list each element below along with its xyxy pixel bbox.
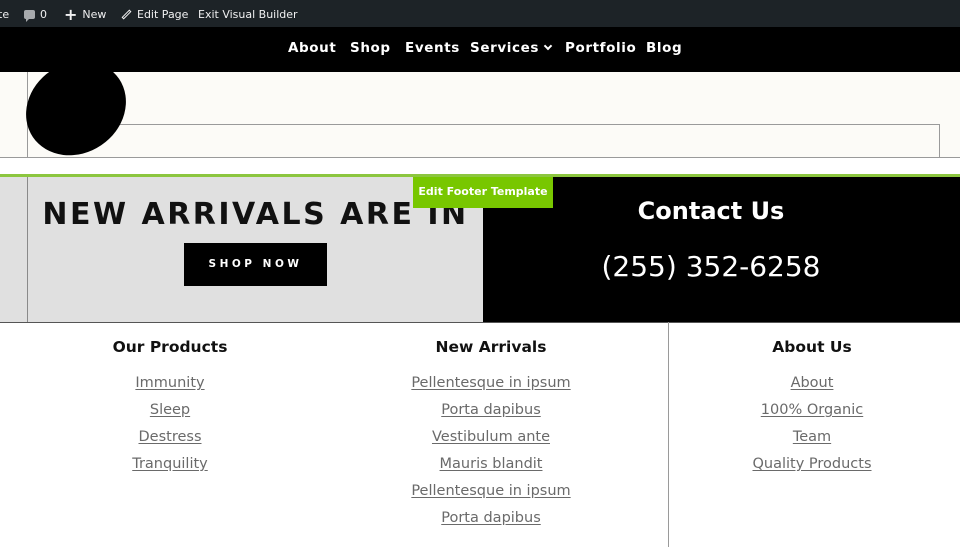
admin-bar-new[interactable]: + New [64, 0, 106, 27]
nav-item-shop[interactable]: Shop [350, 27, 391, 72]
admin-bar-edit-page[interactable]: Edit Page [121, 0, 188, 27]
footer-column-title-new-arrivals: New Arrivals [435, 338, 547, 356]
footer-links-our-products: Immunity Sleep Destress Tranquility [70, 370, 270, 478]
chevron-down-icon [543, 41, 553, 51]
edit-page-label: Edit Page [137, 8, 189, 21]
main-navigation: About Shop Events Services Portfolio Blo… [0, 27, 960, 72]
page-header-area [0, 72, 960, 158]
footer-link-mauris-blandit[interactable]: Mauris blandit [391, 451, 591, 478]
comment-icon [24, 9, 35, 22]
footer-links-about-us: About 100% Organic Team Quality Products [712, 370, 912, 478]
frame-line-bottom [0, 157, 960, 158]
footer-link-tranquility[interactable]: Tranquility [70, 451, 270, 478]
admin-bar-exit-visual-builder[interactable]: Exit Visual Builder [198, 0, 298, 27]
admin-bar-comments[interactable]: 0 [24, 0, 47, 27]
footer-link-porta-dapibus[interactable]: Porta dapibus [391, 397, 591, 424]
edit-footer-template-button[interactable]: Edit Footer Template [413, 177, 553, 208]
footer-divider-line [0, 322, 960, 323]
footer-link-pellentesque-in-ipsum[interactable]: Pellentesque in ipsum [391, 370, 591, 397]
footer-link-100-organic[interactable]: 100% Organic [712, 397, 912, 424]
footer-column-title-our-products: Our Products [112, 338, 228, 356]
plus-icon: + [64, 4, 78, 24]
footer-link-pellentesque-in-ipsum-2[interactable]: Pellentesque in ipsum [391, 478, 591, 505]
footer-link-porta-dapibus-2[interactable]: Porta dapibus [391, 505, 591, 532]
frame-line-right [939, 124, 940, 158]
footer-links-new-arrivals: Pellentesque in ipsum Porta dapibus Vest… [391, 370, 591, 532]
new-label: New [82, 8, 107, 21]
pencil-icon [121, 9, 132, 19]
footer-link-sleep[interactable]: Sleep [70, 397, 270, 424]
nav-item-services[interactable]: Services [470, 27, 553, 72]
admin-bar-site-name[interactable]: te [0, 0, 9, 27]
footer-link-quality-products[interactable]: Quality Products [712, 451, 912, 478]
footer-link-vestibulum-ante[interactable]: Vestibulum ante [391, 424, 591, 451]
frame-line-top [27, 124, 940, 125]
comments-count: 0 [40, 8, 47, 21]
nav-item-services-label: Services [470, 40, 539, 56]
shop-now-button[interactable]: SHOP NOW [184, 243, 327, 286]
nav-item-events[interactable]: Events [405, 27, 460, 72]
nav-item-about[interactable]: About [288, 27, 336, 72]
footer-link-team[interactable]: Team [712, 424, 912, 451]
footer-column-divider [668, 322, 669, 547]
footer-column-title-about-us: About Us [772, 338, 852, 356]
contact-phone-number[interactable]: (255) 352-6258 [483, 250, 939, 283]
admin-bar: te 0 + New Edit Page Exit Visual Builder [0, 0, 960, 27]
footer-link-destress[interactable]: Destress [70, 424, 270, 451]
footer-link-about[interactable]: About [712, 370, 912, 397]
footer-link-immunity[interactable]: Immunity [70, 370, 270, 397]
nav-item-blog[interactable]: Blog [646, 27, 682, 72]
nav-item-portfolio[interactable]: Portfolio [565, 27, 636, 72]
